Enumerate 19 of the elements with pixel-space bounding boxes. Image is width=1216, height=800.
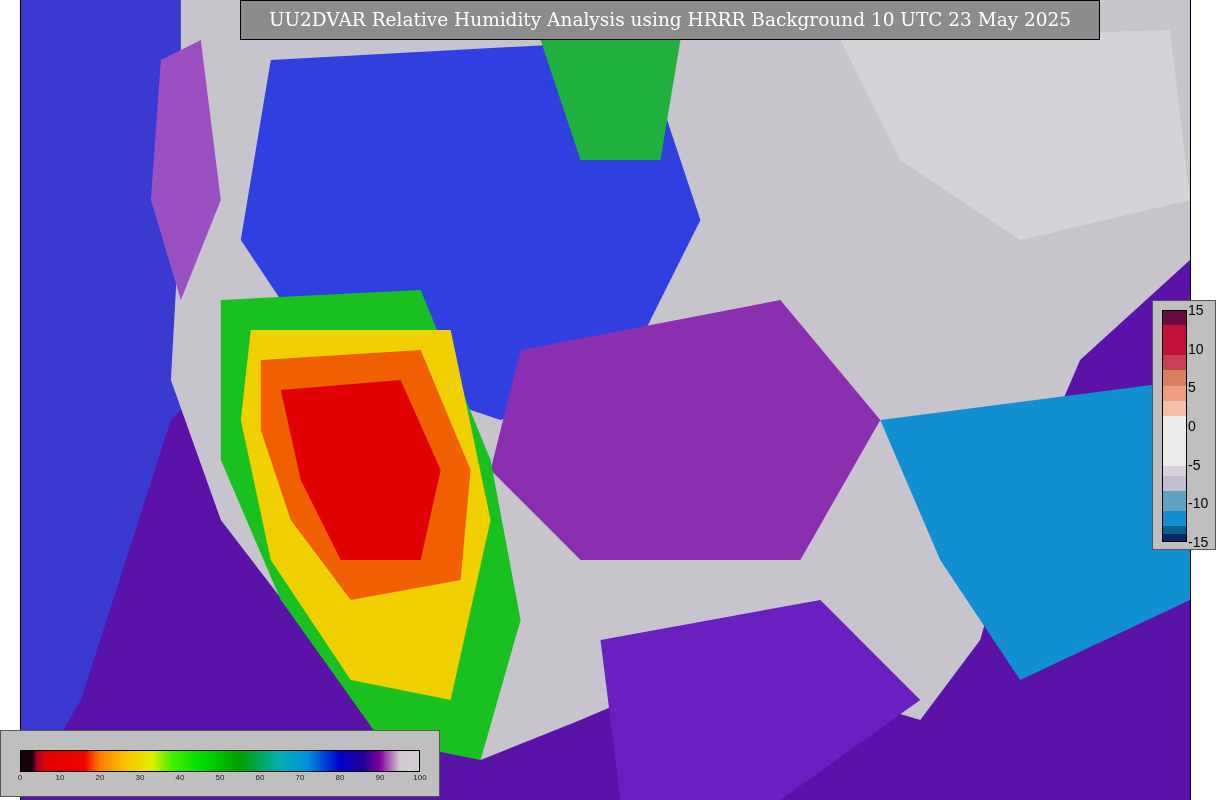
tick-label: 50 bbox=[215, 773, 225, 783]
tick-label: 10 bbox=[55, 773, 65, 783]
tick-label: 20 bbox=[95, 773, 105, 783]
tick-label: 100 bbox=[413, 773, 427, 783]
map-title: UU2DVAR Relative Humidity Analysis using HRRR Background 10 UTC 23 May 2025 bbox=[240, 0, 1100, 40]
tick-label: 30 bbox=[135, 773, 145, 783]
tick-label: 80 bbox=[335, 773, 345, 783]
tick-label: 70 bbox=[295, 773, 305, 783]
tick-label: 90 bbox=[375, 773, 385, 783]
tick-label: 10 bbox=[1188, 340, 1204, 357]
tick-label: 5 bbox=[1188, 379, 1196, 396]
tick-label: 40 bbox=[175, 773, 185, 783]
tick-label: -10 bbox=[1188, 495, 1209, 512]
tick-label: 0 bbox=[17, 773, 23, 783]
tick-label: -5 bbox=[1188, 456, 1201, 473]
tick-label: 60 bbox=[255, 773, 265, 783]
tick-label: 0 bbox=[1188, 418, 1196, 434]
tick-label: 15 bbox=[1188, 302, 1204, 318]
tick-label: -15 bbox=[1188, 534, 1209, 550]
